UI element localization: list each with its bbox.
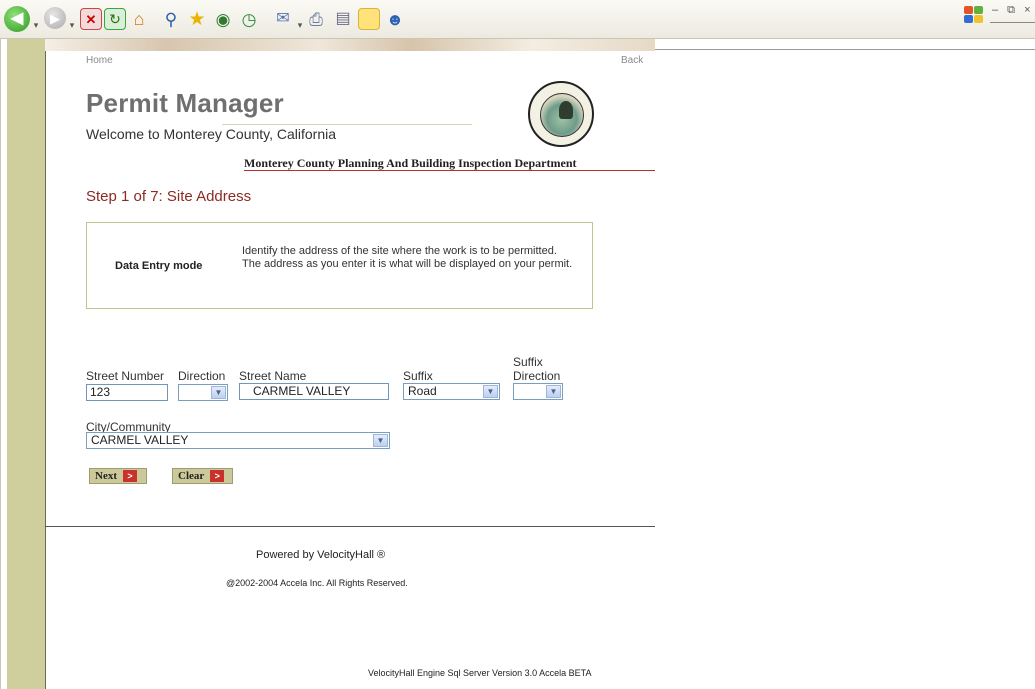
media-icon[interactable]: ◉ [212,8,234,30]
chevron-down-icon[interactable]: ▼ [546,385,561,398]
forward-icon[interactable]: ▶ [44,7,66,29]
street-number-label: Street Number [86,369,165,383]
direction-select[interactable]: ▼ [178,384,228,401]
city-value: CARMEL VALLEY [91,433,189,447]
engine-version-text: VelocityHall Engine Sql Server Version 3… [368,668,592,678]
note-icon[interactable] [358,8,380,30]
street-name-label: Street Name [239,369,307,383]
favorites-icon[interactable]: ★ [186,8,208,30]
welcome-text: Welcome to Monterey County, California [86,126,337,142]
header-banner-rule [655,49,1035,50]
street-number-input[interactable]: 123 [86,384,168,401]
chevron-down-icon[interactable]: ▼ [373,434,388,447]
mode-label: Data Entry mode [115,260,203,272]
home-icon[interactable]: ⌂ [128,8,150,30]
suffix-label: Suffix [403,369,433,383]
stop-icon[interactable]: ✕ [80,8,102,30]
footer-divider [45,526,655,527]
header-banner [45,39,655,51]
step-title: Step 1 of 7: Site Address [86,188,252,205]
history-icon[interactable]: ◷ [238,8,260,30]
mail-dropdown-icon[interactable]: ▾ [296,14,304,36]
chevron-down-icon[interactable]: ▼ [211,386,226,399]
info-box: Data Entry mode Identify the address of … [86,222,593,309]
edit-icon[interactable]: ▤ [332,8,354,30]
window-controls-underline [990,22,1035,23]
street-name-input[interactable]: CARMEL VALLEY [239,383,389,400]
print-icon[interactable]: ⎙ [305,8,327,30]
messenger-icon[interactable]: ☻ [384,8,406,30]
instructions-text: Identify the address of the site where t… [242,245,573,270]
department-name: Monterey County Planning And Building In… [244,156,577,170]
mail-icon[interactable]: ✉ [272,8,294,30]
arrow-right-icon: > [123,470,137,482]
windows-logo-icon [964,6,984,24]
browser-toolbar: ◀ ▾ ▶ ▾ ✕ ↻ ⌂ ⚲ ★ ◉ ◷ ✉ ▾ ⎙ ▤ ☻ – ⧉ × [0,0,1035,39]
left-sidebar-strip [7,39,46,689]
clear-button-label: Clear [178,470,205,482]
search-icon[interactable]: ⚲ [160,8,182,30]
suffix-value: Road [408,384,437,398]
back-link[interactable]: Back [621,55,643,66]
chevron-down-icon[interactable]: ▼ [483,385,498,398]
window-controls[interactable]: – ⧉ × [992,4,1034,17]
back-icon[interactable]: ◀ [4,6,30,32]
back-dropdown-icon[interactable]: ▾ [32,14,40,36]
clear-button[interactable]: Clear > [172,468,233,484]
next-button[interactable]: Next > [89,468,147,484]
suffix-select[interactable]: Road ▼ [403,383,500,400]
county-seal-logo [528,81,594,147]
powered-by-text: Powered by VelocityHall ® [256,549,386,561]
suffix-direction-select[interactable]: ▼ [513,383,563,400]
refresh-icon[interactable]: ↻ [104,8,126,30]
arrow-right-icon: > [210,470,225,482]
home-link[interactable]: Home [86,55,113,66]
next-button-label: Next [95,470,117,482]
suffix-direction-label: Suffix Direction [513,355,560,383]
city-select[interactable]: CARMEL VALLEY ▼ [86,432,390,449]
direction-label: Direction [178,369,226,383]
copyright-text: @2002-2004 Accela Inc. All Rights Reserv… [226,578,408,588]
suffix-direction-label-line2: Direction [513,369,561,383]
department-underline [244,170,655,171]
forward-dropdown-icon[interactable]: ▾ [68,14,76,36]
title-underline [222,124,472,125]
page-title: Permit Manager [86,88,284,118]
seal-tree-icon [559,101,573,119]
suffix-direction-label-line1: Suffix [513,355,543,369]
